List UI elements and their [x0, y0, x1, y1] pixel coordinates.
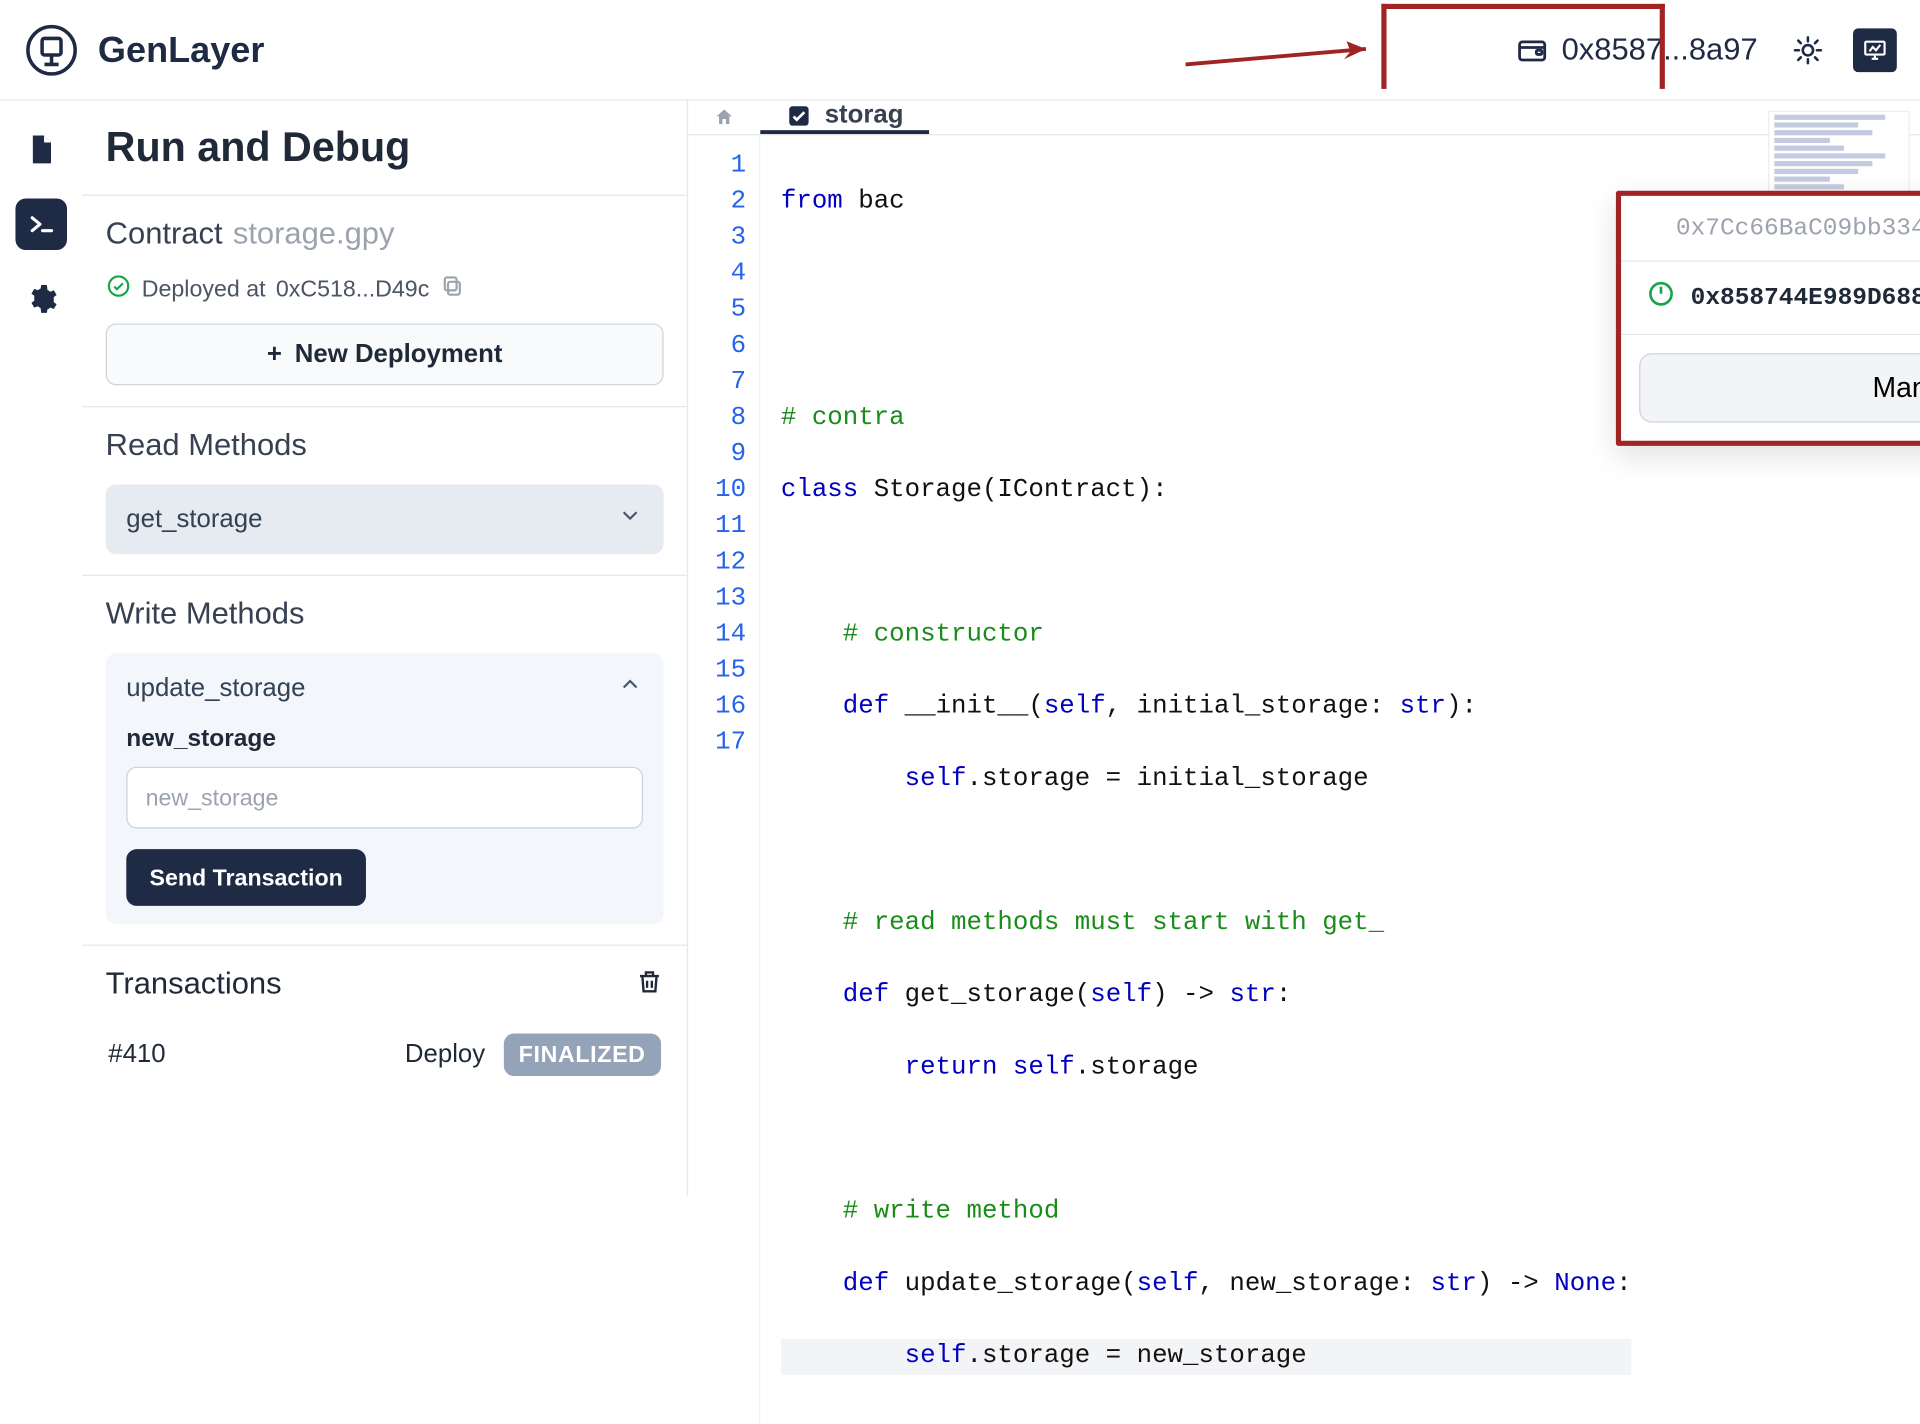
write-methods-heading: Write Methods — [106, 597, 664, 633]
deployed-address: 0xC518...D49c — [276, 276, 429, 303]
wallet-icon — [1515, 33, 1549, 67]
read-method-name: get_storage — [126, 504, 262, 534]
account-address: 0x858744E989D688C5f02ec2388342cc34Edf88a… — [1691, 283, 1920, 311]
brand-name: GenLayer — [98, 29, 264, 70]
transaction-id: #410 — [108, 1040, 165, 1070]
run-debug-panel: Run and Debug Contract storage.gpy Deplo… — [82, 101, 688, 1196]
transaction-type: Deploy — [405, 1040, 485, 1070]
check-icon — [106, 273, 132, 305]
files-rail-button[interactable] — [15, 124, 67, 176]
copy-icon[interactable] — [440, 273, 466, 305]
manage-accounts-button[interactable]: Manage accounts — [1639, 353, 1920, 423]
param-label: new_storage — [126, 725, 643, 753]
power-icon — [1647, 280, 1675, 316]
account-address: 0x7Cc66BaC09bb3348094Ea2936a452CED015aAc… — [1676, 214, 1920, 242]
write-method-row[interactable]: update_storage — [126, 671, 643, 705]
chevron-down-icon — [617, 503, 643, 537]
activity-rail — [0, 101, 82, 1196]
chevron-up-icon — [617, 671, 643, 705]
transaction-status-badge: FINALIZED — [503, 1033, 661, 1076]
param-input[interactable] — [126, 767, 643, 829]
code-content[interactable]: from bac # contra class Storage(IContrac… — [760, 135, 1631, 1424]
brand-logo-icon — [23, 21, 80, 78]
deployed-label: Deployed at — [142, 276, 266, 303]
line-gutter: 1234567891011121314151617 — [688, 135, 760, 1424]
account-row[interactable]: 0x7Cc66BaC09bb3348094Ea2936a452CED015aAc… — [1621, 196, 1920, 262]
wallet-address-short: 0x8587...8a97 — [1562, 32, 1758, 68]
write-method-name: update_storage — [126, 673, 305, 703]
code-editor: storag 1234567891011121314151617 from ba… — [688, 101, 1920, 1196]
checkbox-icon — [786, 102, 812, 128]
trash-icon — [635, 967, 663, 995]
plus-icon: + — [267, 340, 282, 370]
file-tab[interactable]: storag — [760, 101, 929, 135]
presentation-icon — [1862, 37, 1888, 63]
panel-title: Run and Debug — [82, 101, 686, 195]
contract-label: Contract — [106, 216, 223, 252]
file-tab-label: storag — [825, 101, 904, 131]
read-methods-heading: Read Methods — [106, 428, 664, 464]
new-deployment-button[interactable]: + New Deployment — [106, 323, 664, 385]
transactions-heading: Transactions — [106, 966, 282, 1002]
contract-filename: storage.gpy — [233, 216, 395, 252]
terminal-icon — [26, 209, 57, 240]
send-transaction-button[interactable]: Send Transaction — [126, 849, 366, 906]
run-debug-rail-button[interactable] — [15, 198, 67, 250]
account-row[interactable]: 0x858744E989D688C5f02ec2388342cc34Edf88a… — [1621, 262, 1920, 335]
home-tab[interactable] — [688, 101, 760, 135]
accounts-popover: 0x7Cc66BaC09bb3348094Ea2936a452CED015aAc… — [1616, 191, 1920, 446]
theme-toggle-button[interactable] — [1786, 28, 1830, 72]
settings-rail-button[interactable] — [15, 273, 67, 325]
app-header: GenLayer 0x8587...8a97 — [0, 0, 1920, 101]
transaction-row[interactable]: #410 Deploy FINALIZED — [106, 1033, 664, 1076]
gear-icon — [24, 282, 58, 316]
wallet-button[interactable]: 0x8587...8a97 — [1502, 24, 1770, 76]
file-icon — [24, 133, 58, 167]
new-deployment-label: New Deployment — [295, 340, 503, 370]
read-method-row[interactable]: get_storage — [106, 485, 664, 555]
sun-icon — [1792, 34, 1823, 65]
home-icon — [714, 103, 735, 131]
presentation-button[interactable] — [1853, 28, 1897, 72]
clear-transactions-button[interactable] — [635, 967, 663, 1002]
